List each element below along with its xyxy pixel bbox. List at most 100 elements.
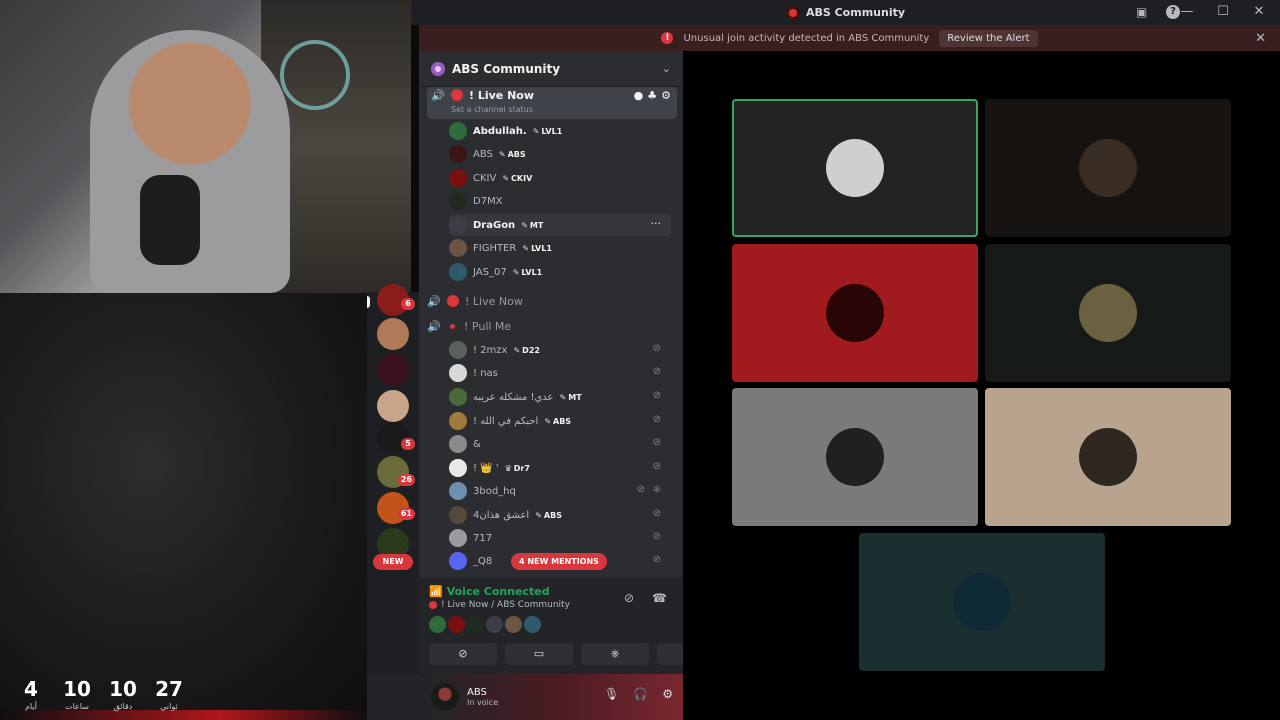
- chevron-down-icon[interactable]: ⌄: [662, 62, 671, 75]
- avatar: [449, 169, 467, 187]
- video-tile[interactable]: [985, 388, 1231, 526]
- invite-icon[interactable]: ♣: [647, 89, 657, 102]
- server-header[interactable]: ABS Community ⌄: [419, 51, 683, 87]
- role-tag: ✎ D22: [513, 345, 540, 355]
- avatar[interactable]: [467, 616, 484, 633]
- minimize-icon[interactable]: —: [1180, 4, 1194, 20]
- voice-channel-live-now-2[interactable]: 🔊 ! Live Now: [427, 294, 677, 309]
- avatar[interactable]: [524, 616, 541, 633]
- voice-user[interactable]: Abdullah. ✎ LVL1: [449, 120, 671, 142]
- channel-status[interactable]: Set a channel status: [451, 105, 533, 114]
- channel-actions: ● ♣ ⚙: [634, 89, 671, 102]
- microphone: [140, 175, 200, 265]
- user-info[interactable]: ABS In voice: [467, 687, 498, 707]
- voice-controls: ⊘ ☎: [624, 591, 667, 605]
- unread-pill: [367, 296, 370, 308]
- deafened-icon: ⊘: [652, 554, 661, 565]
- close-alert-icon[interactable]: ✕: [1255, 31, 1266, 46]
- signal-icon: 📶: [429, 585, 443, 598]
- voice-user[interactable]: JAS_07 ✎ LVL1: [449, 261, 671, 283]
- voice-channel-live-now[interactable]: 🔊 ! Live Now Set a channel status ● ♣ ⚙: [427, 87, 677, 119]
- role-tag: ✎ LVL1: [522, 243, 552, 253]
- microphone-icon[interactable]: 🎙: [604, 687, 619, 701]
- pin-icon: ✎: [535, 510, 542, 520]
- alert-icon: !: [661, 32, 674, 44]
- voice-channel-pull-me[interactable]: 🔊 ! Pull Me: [427, 319, 677, 334]
- voice-user[interactable]: CKIV ✎ CKIV: [449, 167, 671, 189]
- avatar[interactable]: [486, 616, 503, 633]
- camera-off-button[interactable]: ⊘: [429, 643, 497, 665]
- role-tag: ♛ Dr7: [504, 463, 530, 473]
- voice-user[interactable]: اعشق هذان4 ✎ ABS ⊘: [449, 504, 671, 526]
- voice-user[interactable]: & ⊘: [449, 433, 671, 455]
- avatar[interactable]: [429, 616, 446, 633]
- server-icon[interactable]: [377, 390, 409, 422]
- countdown-seconds: 27 ثواني: [155, 677, 183, 711]
- avatar: [449, 388, 467, 406]
- deafened-icon: ⊘: [652, 343, 661, 354]
- video-tile[interactable]: [985, 99, 1231, 237]
- voice-user[interactable]: ! 👑 ' ♛ Dr7 ⊘: [449, 457, 671, 479]
- avatar: [449, 192, 467, 210]
- avatar: [449, 435, 467, 453]
- gear-icon[interactable]: ⚙: [662, 687, 673, 701]
- disconnect-icon[interactable]: ☎: [652, 591, 667, 605]
- voice-user[interactable]: ABS ✎ ABS: [449, 143, 671, 165]
- avatar: [449, 263, 467, 281]
- voice-user[interactable]: ! 2mzx ✎ D22 ⊘: [449, 339, 671, 361]
- deafened-icon: ⊘: [652, 508, 661, 519]
- countdown-days: 4 أيام: [24, 677, 38, 711]
- avatar: [1079, 428, 1137, 486]
- video-tile[interactable]: [732, 388, 978, 526]
- close-window-icon[interactable]: ✕: [1252, 4, 1266, 20]
- video-tile[interactable]: [985, 244, 1231, 382]
- chat-icon[interactable]: ●: [634, 89, 644, 102]
- channel-sidebar: ABS Community ⌄ 🔊 ! Live Now Set a chann…: [367, 51, 725, 720]
- video-tile[interactable]: [732, 99, 978, 237]
- voice-user[interactable]: D7MX: [449, 190, 671, 212]
- avatar: [449, 216, 467, 234]
- window-title: ABS Community: [785, 5, 905, 20]
- avatar: [1079, 139, 1137, 197]
- video-tile[interactable]: [859, 533, 1105, 671]
- voice-user[interactable]: 717 ⊘: [449, 527, 671, 549]
- avatar: [953, 573, 1011, 631]
- voice-user[interactable]: 3bod_hq ⊘ ⎈: [449, 480, 671, 502]
- red-dot-icon: [450, 323, 455, 329]
- review-alert-button[interactable]: Review the Alert: [939, 29, 1038, 47]
- speaker-icon: 🔊: [427, 320, 441, 333]
- maximize-icon[interactable]: ☐: [1216, 4, 1230, 20]
- activities-button[interactable]: ⎈: [581, 643, 649, 665]
- voice-user[interactable]: ! احبكم في الله ✎ ABS ⊘: [449, 410, 671, 432]
- avatar[interactable]: [431, 683, 459, 711]
- deafened-icon: ⊘: [652, 531, 661, 542]
- voice-user[interactable]: عدي! مشكله عريبه ✎ MT ⊘: [449, 386, 671, 408]
- neon-mask-decoration: [280, 40, 350, 110]
- gear-icon[interactable]: ⚙: [661, 89, 671, 102]
- server-icon[interactable]: [377, 354, 409, 386]
- headphones-icon[interactable]: 🎧: [633, 687, 648, 701]
- voice-user[interactable]: DraGon ✎ MT ···: [449, 214, 671, 236]
- more-options-icon[interactable]: ···: [651, 217, 662, 230]
- screen-share-button[interactable]: ▭: [505, 643, 573, 665]
- inbox-icon[interactable]: ▣: [1136, 5, 1150, 19]
- help-icon[interactable]: ?: [1166, 5, 1180, 19]
- avatar: [449, 145, 467, 163]
- voice-user[interactable]: FIGHTER ✎ LVL1: [449, 237, 671, 259]
- new-mentions-pill[interactable]: 4 NEW MENTIONS: [511, 553, 607, 570]
- avatar: [449, 364, 467, 382]
- avatar: [449, 552, 467, 570]
- avatar[interactable]: [448, 616, 465, 633]
- voice-user[interactable]: ! nas ⊘: [449, 362, 671, 384]
- server-icon: [431, 61, 445, 76]
- new-unreads-pill[interactable]: NEW: [373, 554, 413, 570]
- deafened-icon: ⊘: [652, 461, 661, 472]
- video-tile[interactable]: [732, 244, 978, 382]
- noise-suppression-icon[interactable]: ⊘: [624, 591, 634, 605]
- server-icon[interactable]: [377, 318, 409, 350]
- pin-icon: ✎: [544, 416, 552, 426]
- speaker-icon: 🔊: [427, 295, 441, 308]
- countdown-timer: 4 أيام 10 ساعات 10 دقائق 27 ثواني: [14, 676, 186, 711]
- red-dot-icon: [447, 295, 459, 307]
- avatar[interactable]: [505, 616, 522, 633]
